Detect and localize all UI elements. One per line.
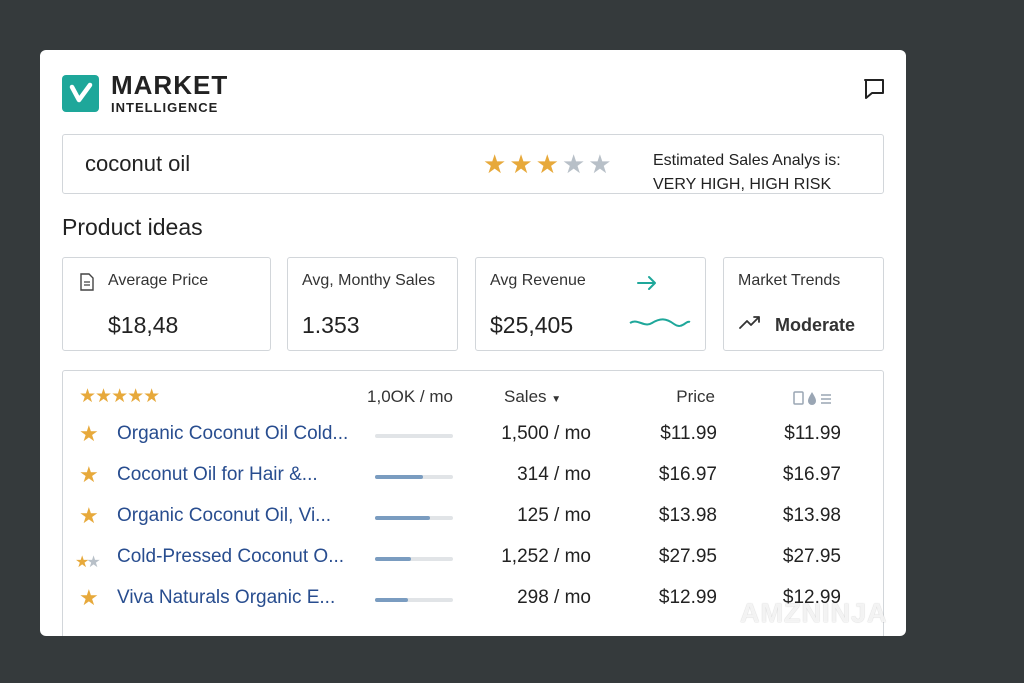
column-sales[interactable]: Sales ▼ (504, 387, 561, 407)
column-sales-label: Sales (504, 387, 547, 406)
price-value: $13.98 (658, 505, 717, 526)
bookmark-icon[interactable] (862, 77, 886, 101)
volume-bar-fill (375, 516, 430, 520)
star-icon: ★ (483, 149, 507, 179)
column-icons[interactable] (793, 390, 833, 411)
search-input[interactable] (85, 151, 465, 177)
volume-bar (375, 434, 453, 438)
market-card: MARKET INTELLIGENCE ★★★★★ Estimated Sale… (40, 50, 906, 636)
price-value: $12.99 (658, 587, 717, 608)
volume-bar (375, 475, 453, 479)
estimate-value: VERY HIGH, HIGH RISK (653, 176, 832, 193)
price-value: $11.99 (660, 423, 717, 444)
volume-bar-fill (375, 475, 424, 479)
metric-value: Moderate (775, 315, 856, 335)
sales-estimate: Estimated Sales Analys is: VERY HIGH, HI… (653, 149, 841, 197)
volume-bar (375, 516, 453, 520)
watermark: AMZNINJA (740, 598, 888, 628)
star-icon: ★ (561, 149, 586, 179)
table-row[interactable]: ★ Organic Coconut Oil Cold... 1,500 / mo $1… (63, 419, 883, 459)
metric-monthly-sales: Avg, Monthy Sales 1.353 (287, 257, 458, 351)
metric-label: Market Trends (738, 272, 841, 289)
table-row[interactable]: ★ Organic Coconut Oil, Vi... 125 / mo $13.9… (63, 501, 883, 541)
price-secondary-value: $13.98 (782, 505, 841, 526)
volume-bar (375, 557, 453, 561)
star-icon: ★★ (75, 554, 101, 571)
product-name-link[interactable]: Organic Coconut Oil Cold... (117, 423, 348, 445)
sales-value: 1,500 / mo (501, 423, 591, 444)
check-icon (62, 74, 99, 112)
column-price: Price (676, 387, 715, 406)
estimate-label: Estimated Sales Analys is: (653, 152, 841, 169)
metric-average-price: Average Price $18,48 (62, 257, 271, 351)
metric-value: 1.353 (302, 312, 360, 338)
product-name-link[interactable]: Organic Coconut Oil, Vi... (117, 505, 331, 527)
volume-bar (375, 598, 453, 602)
column-volume: 1,0OK / mo (367, 387, 453, 406)
star-icon: ★ (79, 503, 99, 528)
price-value: $16.97 (658, 464, 717, 485)
metric-label: Avg Revenue (490, 272, 586, 289)
header-rating: ★★★★★ (79, 386, 160, 407)
search-box: ★★★★★ Estimated Sales Analys is: VERY HI… (62, 134, 884, 194)
brand-subtitle: INTELLIGENCE (111, 100, 219, 115)
volume-bar-fill (375, 598, 408, 602)
sales-value: 314 / mo (517, 464, 591, 485)
brand-title: MARKET (111, 70, 229, 100)
section-title: Product ideas (62, 214, 203, 240)
metric-avg-revenue: Avg Revenue $25,405 (475, 257, 706, 351)
star-icon: ★ (79, 421, 99, 446)
sort-down-icon: ▼ (551, 394, 562, 405)
product-name-link[interactable]: Cold-Pressed Coconut O... (117, 546, 344, 568)
metric-label: Average Price (108, 272, 209, 289)
price-secondary-value: $16.97 (782, 464, 841, 485)
star-icon: ★ (79, 462, 99, 487)
price-value: $27.95 (658, 546, 717, 567)
metric-value: $25,405 (490, 312, 574, 338)
sales-value: 298 / mo (517, 587, 591, 608)
metric-value: $18,48 (108, 312, 179, 338)
volume-bar-fill (375, 557, 411, 561)
star-icon: ★ (79, 585, 99, 610)
sales-value: 1,252 / mo (501, 546, 591, 567)
sparkline-icon (628, 316, 692, 335)
price-secondary-value: $27.95 (782, 546, 841, 567)
star-icon: ★ (588, 149, 612, 179)
product-name-link[interactable]: Coconut Oil for Hair &... (117, 464, 318, 486)
metric-market-trends: Market Trends Moderate (723, 257, 884, 351)
product-table: ★★★★★ 1,0OK / mo Sales ▼ Price ★ Organic … (62, 370, 884, 636)
search-rating: ★ ★ ★ ★ ★ (483, 151, 612, 177)
trend-up-icon (738, 314, 762, 335)
table-row[interactable]: ★★ Cold-Pressed Coconut O... 1,252 / mo $27… (63, 542, 883, 582)
metric-label: Avg, Monthy Sales (302, 272, 436, 289)
product-name-link[interactable]: Viva Naturals Organic E... (117, 587, 335, 609)
arrow-right-icon (636, 274, 658, 297)
price-secondary-value: $11.99 (784, 423, 841, 444)
sales-value: 125 / mo (517, 505, 591, 526)
brand-logo: MARKET INTELLIGENCE (62, 72, 228, 114)
table-row[interactable]: ★ Coconut Oil for Hair &... 314 / mo $16.97… (63, 460, 883, 500)
document-icon (80, 273, 94, 296)
star-icon: ★ (535, 149, 559, 179)
star-icon: ★ (509, 149, 533, 179)
